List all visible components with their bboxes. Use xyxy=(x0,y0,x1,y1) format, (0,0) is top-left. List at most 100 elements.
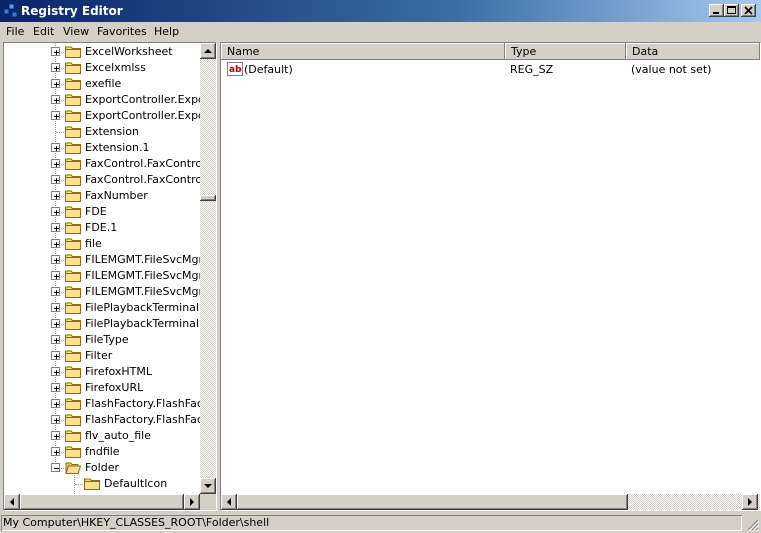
folder-icon xyxy=(65,429,81,443)
menu-favorites[interactable]: Favorites xyxy=(97,25,147,38)
expand-icon[interactable] xyxy=(51,175,60,184)
expand-icon[interactable] xyxy=(51,79,60,88)
tree-item[interactable]: DefaultIcon xyxy=(4,476,200,492)
folder-icon xyxy=(65,333,81,347)
expand-icon[interactable] xyxy=(51,383,60,392)
menu-help[interactable]: Help xyxy=(154,25,179,38)
title-bar[interactable]: Registry Editor xyxy=(0,0,761,22)
expand-icon[interactable] xyxy=(51,415,60,424)
tree-item[interactable]: Folder xyxy=(4,460,200,476)
maximize-button[interactable] xyxy=(724,4,739,17)
expand-icon[interactable] xyxy=(51,239,60,248)
expand-icon[interactable] xyxy=(51,191,60,200)
collapse-icon[interactable] xyxy=(51,463,60,472)
expand-icon[interactable] xyxy=(51,143,60,152)
expand-icon[interactable] xyxy=(51,111,60,120)
tree-item[interactable]: FaxControl.FaxControl xyxy=(4,156,200,172)
tree-item-label: FilePlaybackTerminal.File xyxy=(85,301,200,314)
tree-item[interactable]: FirefoxHTML xyxy=(4,364,200,380)
tree-item[interactable]: Excelxmlss xyxy=(4,60,200,76)
tree-item[interactable]: FlashFactory.FlashFacto xyxy=(4,412,200,428)
minimize-button[interactable] xyxy=(709,4,724,17)
status-bar: My Computer\HKEY_CLASSES_ROOT\Folder\she… xyxy=(0,514,761,533)
tree-item[interactable]: ExportController.Export xyxy=(4,108,200,124)
arrow-left-icon xyxy=(10,498,14,506)
tree-item[interactable]: FILEMGMT.FileSvcMgmtC xyxy=(4,284,200,300)
expand-icon[interactable] xyxy=(51,351,60,360)
expand-icon[interactable] xyxy=(51,95,60,104)
expand-icon[interactable] xyxy=(51,335,60,344)
value-row[interactable]: ab (Default) REG_SZ (value not set) xyxy=(221,61,741,78)
tree-item[interactable]: fndfile xyxy=(4,444,200,460)
tree-item[interactable]: FileType xyxy=(4,332,200,348)
folder-icon xyxy=(65,157,81,171)
folder-icon xyxy=(65,349,81,363)
tree-item[interactable]: exefile xyxy=(4,76,200,92)
expand-icon[interactable] xyxy=(51,47,60,56)
tree-scroll-down-button[interactable] xyxy=(200,478,216,494)
tree-scroll-up-button[interactable] xyxy=(200,43,216,59)
tree-scroll-left-button[interactable] xyxy=(4,494,20,510)
tree-item[interactable]: Extension xyxy=(4,124,200,140)
tree-item[interactable]: FILEMGMT.FileSvcMgmtA xyxy=(4,252,200,268)
expand-icon[interactable] xyxy=(51,303,60,312)
folder-icon xyxy=(65,317,81,331)
tree-item[interactable]: FilePlaybackTerminal.File xyxy=(4,300,200,316)
expand-icon[interactable] xyxy=(51,63,60,72)
expand-icon[interactable] xyxy=(51,431,60,440)
column-header-data[interactable]: Data xyxy=(626,43,760,60)
tree-scroll-right-button[interactable] xyxy=(184,494,200,510)
folder-icon xyxy=(84,477,100,491)
tree-item[interactable]: Extension.1 xyxy=(4,140,200,156)
column-header-type[interactable]: Type xyxy=(505,43,626,60)
tree-item[interactable]: Filter xyxy=(4,348,200,364)
values-list-pane[interactable]: Name Type Data ab (Default) REG_SZ (valu… xyxy=(220,42,761,511)
menu-file[interactable]: File xyxy=(6,25,24,38)
tree-item[interactable]: FirefoxURL xyxy=(4,380,200,396)
tree-item[interactable]: FilePlaybackTerminal.File xyxy=(4,316,200,332)
tree-item[interactable]: FILEMGMT.FileSvcMgmtE xyxy=(4,268,200,284)
tree-item-label: ExportController.Export xyxy=(85,109,200,122)
folder-icon xyxy=(65,269,81,283)
resize-grip-icon[interactable] xyxy=(747,519,759,531)
expand-icon[interactable] xyxy=(51,367,60,376)
expand-icon[interactable] xyxy=(51,319,60,328)
expand-icon[interactable] xyxy=(51,399,60,408)
expand-icon[interactable] xyxy=(51,255,60,264)
expand-icon[interactable] xyxy=(51,207,60,216)
expand-icon[interactable] xyxy=(51,271,60,280)
folder-icon xyxy=(65,365,81,379)
column-header-name[interactable]: Name xyxy=(221,43,505,60)
tree-item-label: FDE.1 xyxy=(85,221,118,234)
string-value-icon: ab xyxy=(227,62,243,76)
tree-item[interactable]: FDE.1 xyxy=(4,220,200,236)
expand-icon[interactable] xyxy=(51,223,60,232)
tree-item-label: FaxNumber xyxy=(85,189,148,202)
expand-icon[interactable] xyxy=(51,159,60,168)
folder-icon xyxy=(65,285,81,299)
tree-vertical-scrollbar[interactable] xyxy=(200,43,216,494)
expand-icon[interactable] xyxy=(51,287,60,296)
tree-item-label: Filter xyxy=(85,349,113,362)
tree-item[interactable]: FaxNumber xyxy=(4,188,200,204)
list-hscroll-thumb[interactable] xyxy=(237,494,628,510)
tree-scroll-thumb[interactable] xyxy=(200,195,216,201)
tree-item[interactable]: ExportController.Export xyxy=(4,92,200,108)
tree-connector-line xyxy=(75,484,83,485)
arrow-left-icon xyxy=(227,498,231,506)
tree-item[interactable]: flv_auto_file xyxy=(4,428,200,444)
tree-hscroll-thumb[interactable] xyxy=(20,494,184,510)
key-tree-pane[interactable]: ExcelWorksheet Excelxmlss exefile ExportCon… xyxy=(3,42,217,511)
tree-item-label: Extension.1 xyxy=(85,141,150,154)
tree-item[interactable]: FlashFactory.FlashFacto xyxy=(4,396,200,412)
tree-item[interactable]: ExcelWorksheet xyxy=(4,44,200,60)
list-scroll-right-button[interactable] xyxy=(742,494,758,510)
tree-item[interactable]: FDE xyxy=(4,204,200,220)
tree-item[interactable]: file xyxy=(4,236,200,252)
list-scroll-left-button[interactable] xyxy=(221,494,237,510)
close-button[interactable] xyxy=(741,4,756,17)
expand-icon[interactable] xyxy=(51,447,60,456)
menu-view[interactable]: View xyxy=(63,25,89,38)
menu-edit[interactable]: Edit xyxy=(33,25,54,38)
tree-item[interactable]: FaxControl.FaxControl. xyxy=(4,172,200,188)
